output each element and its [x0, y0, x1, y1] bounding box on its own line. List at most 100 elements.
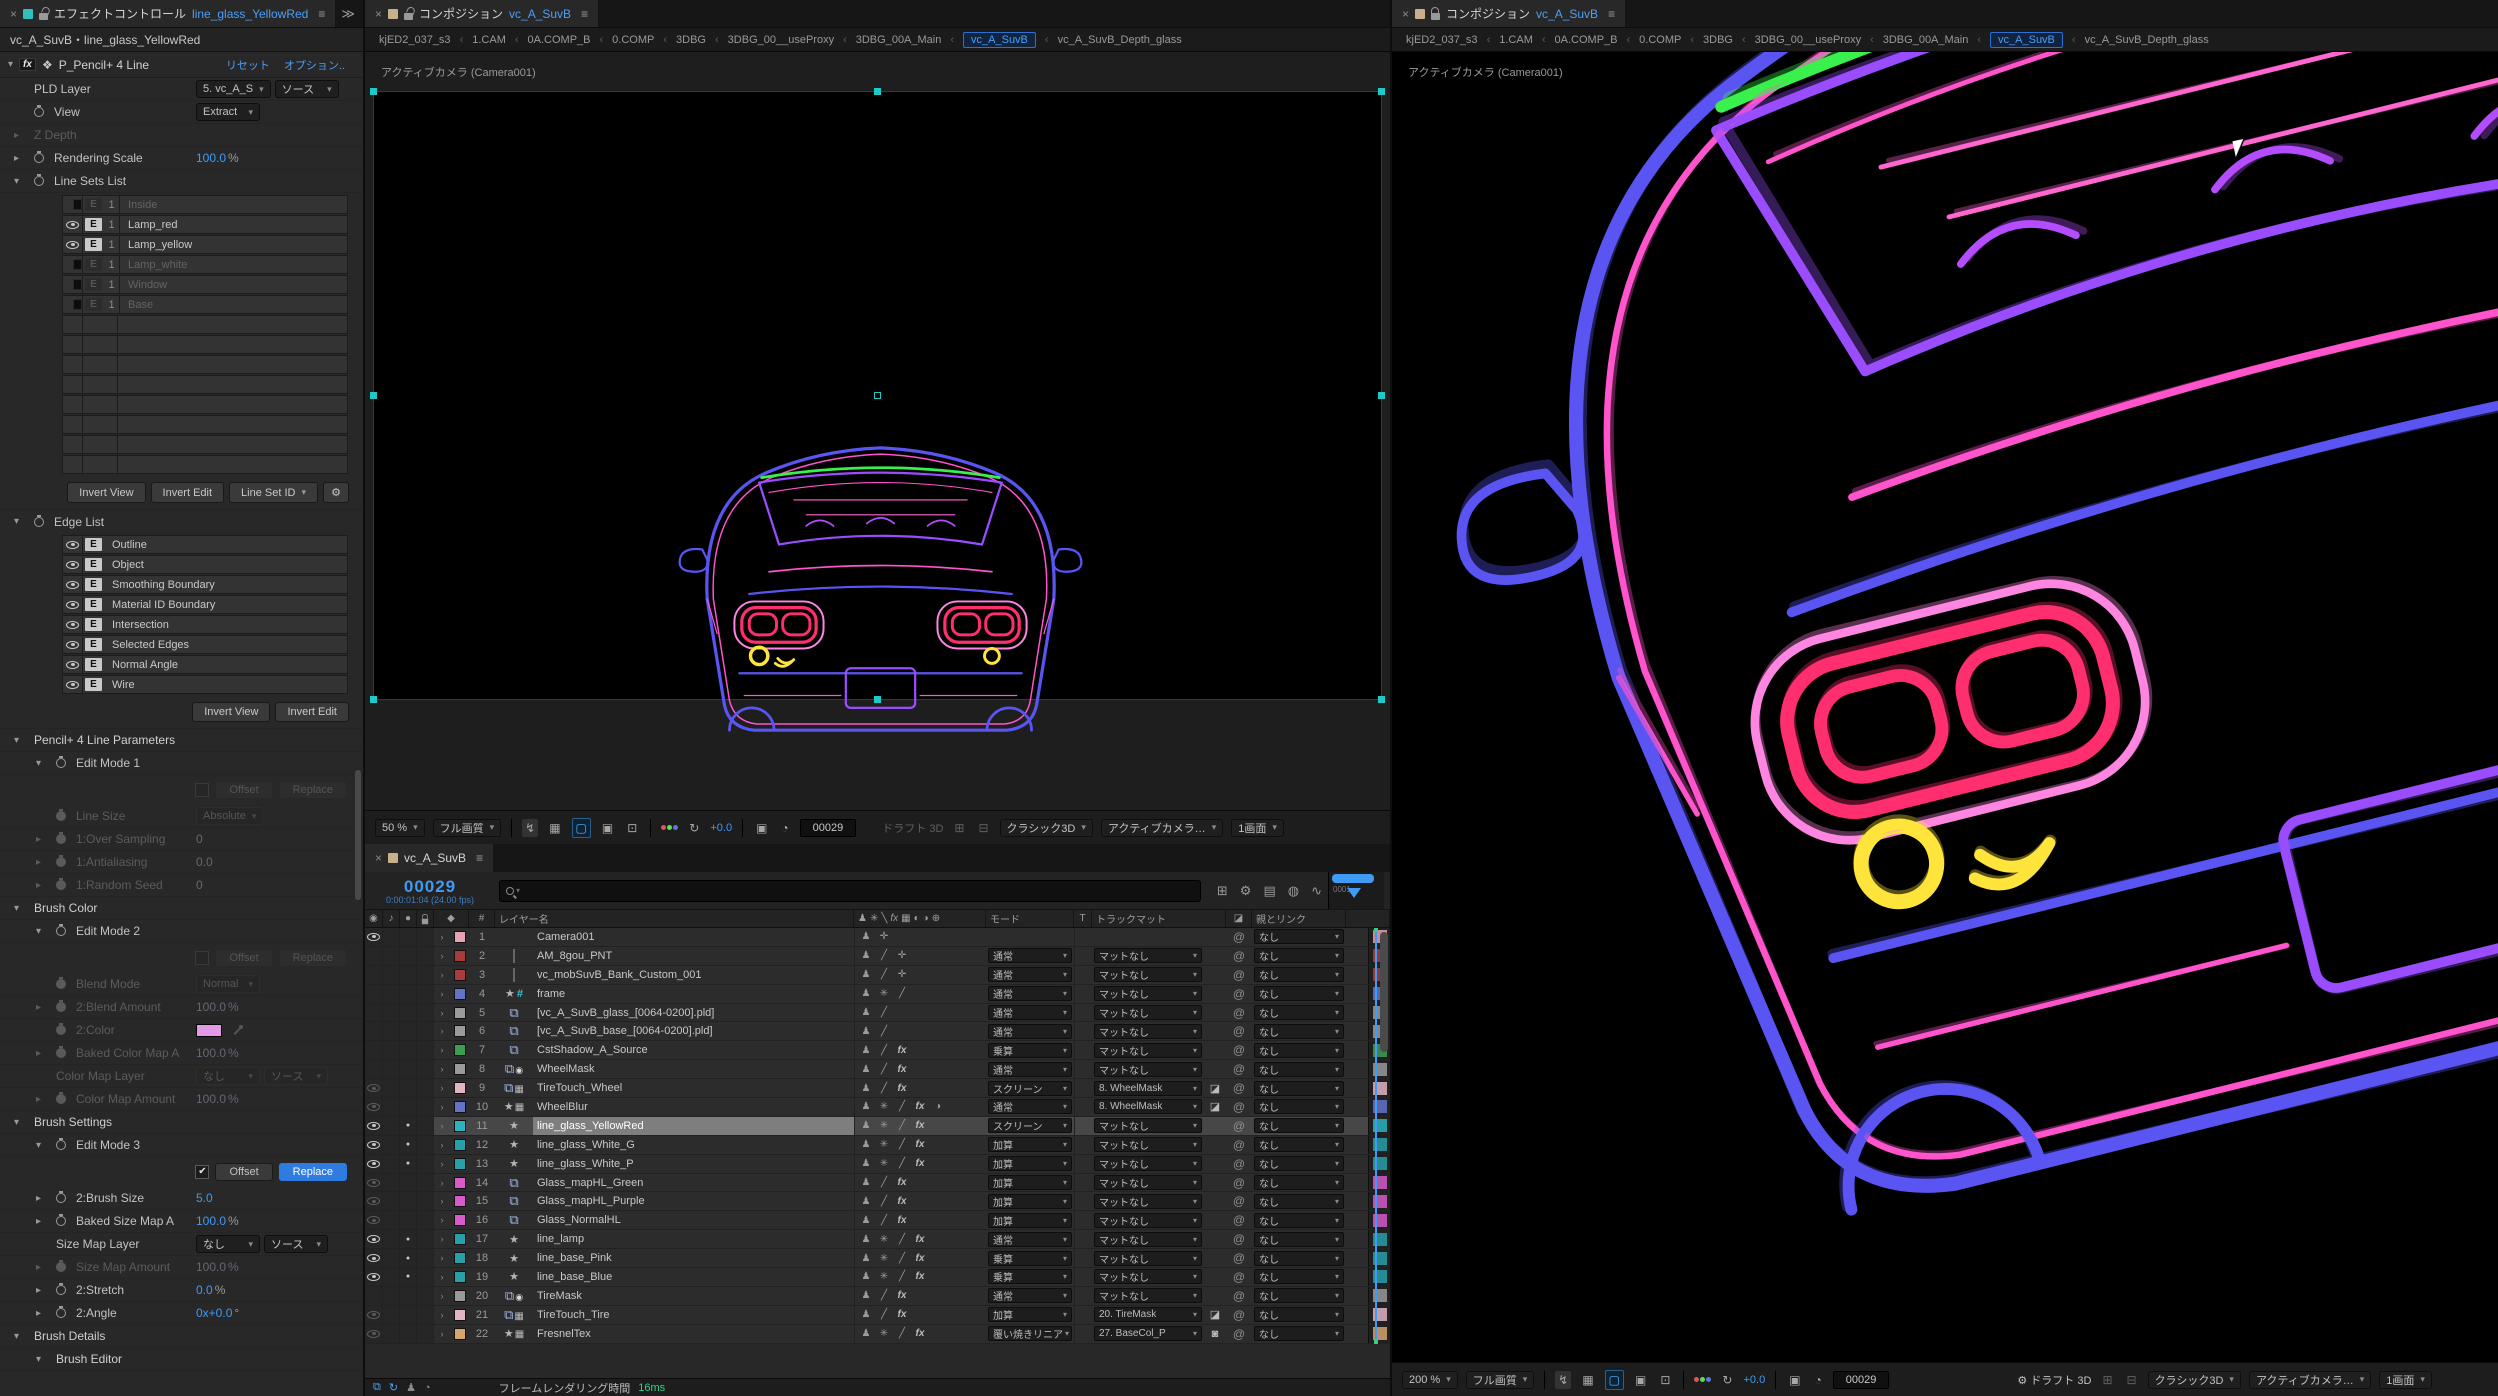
tab-composition[interactable]: × コンポジション vc_A_SuvB ≡	[365, 0, 598, 27]
guides-icon[interactable]: ⊡	[1657, 1371, 1673, 1389]
label-chip[interactable]	[454, 1007, 466, 1019]
expander-icon[interactable]: ›	[434, 1268, 450, 1286]
shy-icon[interactable]: ♟	[857, 1328, 875, 1339]
layer-name[interactable]: line_base_Blue	[533, 1268, 854, 1286]
layer-search-input[interactable]: ▾	[499, 880, 1201, 902]
table-row[interactable]: ● › 12 line_glass_White_G ♟ ✳ ╱ fx ◑ ✛	[365, 1136, 1390, 1155]
blend-mode-dropdown[interactable]: 通常▾	[988, 986, 1072, 1001]
line-set-name[interactable]: Lamp_red	[120, 219, 178, 231]
parent-dropdown[interactable]: なし▾	[1254, 1194, 1344, 1209]
track-matte-dropdown[interactable]: マットなし▾	[1094, 1005, 1202, 1020]
stopwatch-icon[interactable]	[56, 880, 76, 890]
offset-button[interactable]: Offset	[215, 781, 272, 799]
pickwhip-icon[interactable]: @	[1226, 1192, 1252, 1210]
expander-icon[interactable]: ›	[434, 1325, 450, 1343]
expander-icon[interactable]: ›	[434, 1098, 450, 1116]
number-column[interactable]: #	[469, 910, 495, 927]
reset-link[interactable]: リセット	[226, 57, 270, 73]
effect-title-row[interactable]: ▾ fx ❖ P_Pencil+ 4 Line リセット オプション..	[0, 52, 363, 78]
blend-mode-dropdown[interactable]: 乗算▾	[988, 1251, 1072, 1266]
audio-cell[interactable]	[383, 1211, 400, 1229]
line-set-empty-row[interactable]	[62, 395, 348, 414]
comp-mini-flowchart-icon[interactable]: ⊞	[1217, 883, 1228, 899]
param-row[interactable]: ▸ 2:Brush Size 5.0 ▾ ▾ ✔	[0, 1187, 363, 1210]
view-layout-dropdown[interactable]: 1画面▾	[1231, 819, 1284, 837]
quality-icon[interactable]: ╱	[893, 1328, 911, 1339]
unlock-icon[interactable]	[404, 13, 413, 20]
replace-button[interactable]: Replace	[279, 949, 347, 967]
offset-button[interactable]: Offset	[215, 1163, 272, 1181]
param-value[interactable]: 100.0	[196, 151, 226, 165]
lock-cell[interactable]	[417, 1249, 434, 1267]
preserve-transparency-cell[interactable]	[1074, 1117, 1092, 1135]
disclosure-icon[interactable]: ▸	[36, 834, 56, 845]
quality-icon[interactable]: ╱	[875, 1007, 893, 1018]
mask-visibility-icon[interactable]: ▢	[1605, 1370, 1624, 1390]
param-row[interactable]: ▾ Brush Color ▾ ▾ ✔	[0, 897, 363, 920]
anchor-point[interactable]	[874, 392, 881, 399]
audio-cell[interactable]	[383, 1079, 400, 1097]
track-matte-dropdown[interactable]: マットなし▾	[1094, 1288, 1202, 1303]
region-of-interest-icon[interactable]: ▣	[599, 819, 616, 837]
parent-dropdown[interactable]: なし▾	[1254, 986, 1344, 1001]
guides-icon[interactable]: ⊡	[624, 819, 640, 837]
breadcrumb-item[interactable]: 3DBG_00A_Main	[1883, 34, 1969, 46]
mask-visibility-icon[interactable]: ▢	[572, 818, 591, 838]
table-row[interactable]: ● › 21 TireTouch_Tire ♟ ✳ ╱ fx ◑ ✛	[365, 1306, 1390, 1325]
preserve-transparency-cell[interactable]	[1074, 966, 1092, 984]
expander-icon[interactable]: ›	[434, 1136, 450, 1154]
track-matte-dropdown[interactable]: マットなし▾	[1094, 1269, 1202, 1284]
shy-icon[interactable]: ♟	[857, 1196, 875, 1207]
label-chip[interactable]	[454, 1025, 466, 1037]
selection-handle[interactable]	[874, 696, 881, 703]
track-matte-dropdown[interactable]: マットなし▾	[1094, 1251, 1202, 1266]
parent-dropdown[interactable]: なし▾	[1254, 967, 1344, 982]
close-icon[interactable]: ×	[375, 851, 382, 865]
param-row[interactable]: ▾ ▾ ✔ Offset Replace	[0, 775, 363, 805]
table-row[interactable]: ● › 1 Camera001 ♟ ✳ ╱ fx ◑ ✛ ▾	[365, 928, 1390, 947]
param-row[interactable]: Blend Mode Normal▾ ▾ ✔	[0, 973, 363, 996]
shy-icon[interactable]: ♟	[857, 1120, 875, 1131]
blend-mode-dropdown[interactable]: 通常▾	[988, 1062, 1072, 1077]
quality-icon[interactable]: ╱	[893, 1234, 911, 1245]
edit-toggle[interactable]: E	[85, 238, 102, 251]
checkbox[interactable]: ✔	[195, 783, 209, 797]
param-row[interactable]: ▸ Baked Color Map A 100.0% ▾ ▾ ✔	[0, 1042, 363, 1065]
unlock-icon[interactable]	[39, 13, 48, 20]
audio-cell[interactable]	[383, 1155, 400, 1173]
scrollbar[interactable]	[1380, 932, 1388, 1052]
label-chip[interactable]	[454, 1139, 466, 1151]
pickwhip-icon[interactable]: @	[1226, 966, 1252, 984]
replace-button[interactable]: Replace	[279, 1163, 347, 1181]
edge-row[interactable]: E Wire	[62, 675, 348, 694]
eye-icon[interactable]	[66, 221, 79, 229]
audio-cell[interactable]	[383, 1004, 400, 1022]
label-chip[interactable]	[454, 931, 466, 943]
close-icon[interactable]: ×	[375, 7, 382, 21]
shy-icon[interactable]: ♟	[857, 1158, 875, 1169]
stopwatch-icon[interactable]	[56, 1025, 76, 1035]
table-row[interactable]: ● › 6 [vc_A_SuvB_base_[0064-0200].pld] ♟…	[365, 1022, 1390, 1041]
color-box[interactable]	[73, 279, 82, 290]
checkbox[interactable]: ✔	[195, 1165, 209, 1179]
switches-column[interactable]: ♟✳╲fx▦◐◑⊕	[854, 910, 986, 927]
invert-view-button[interactable]: Invert View	[192, 702, 270, 722]
disclosure-icon[interactable]: ▸	[36, 1094, 56, 1105]
edge-row[interactable]: E Selected Edges	[62, 635, 348, 654]
line-set-row[interactable]: E 1 Lamp_yellow	[62, 235, 348, 254]
three-d-switch-icon[interactable]: ✛	[875, 931, 893, 942]
stopwatch-icon[interactable]	[56, 1140, 76, 1150]
fx-switch-icon[interactable]: fx	[893, 1196, 911, 1207]
preserve-transparency-cell[interactable]	[1074, 1079, 1092, 1097]
audio-cell[interactable]	[383, 1060, 400, 1078]
fx-switch-icon[interactable]: fx	[893, 1215, 911, 1226]
line-set-name[interactable]: Inside	[120, 199, 157, 211]
label-chip[interactable]	[454, 988, 466, 1000]
solo-dot[interactable]: ●	[406, 1141, 410, 1148]
expander-icon[interactable]: ›	[434, 1004, 450, 1022]
solo-dot[interactable]: ●	[406, 1255, 410, 1262]
disclosure-icon[interactable]: ▸	[36, 880, 56, 891]
line-set-empty-row[interactable]	[62, 375, 348, 394]
lock-icon[interactable]	[1431, 13, 1440, 20]
param-value[interactable]: 5.0	[196, 1191, 213, 1205]
